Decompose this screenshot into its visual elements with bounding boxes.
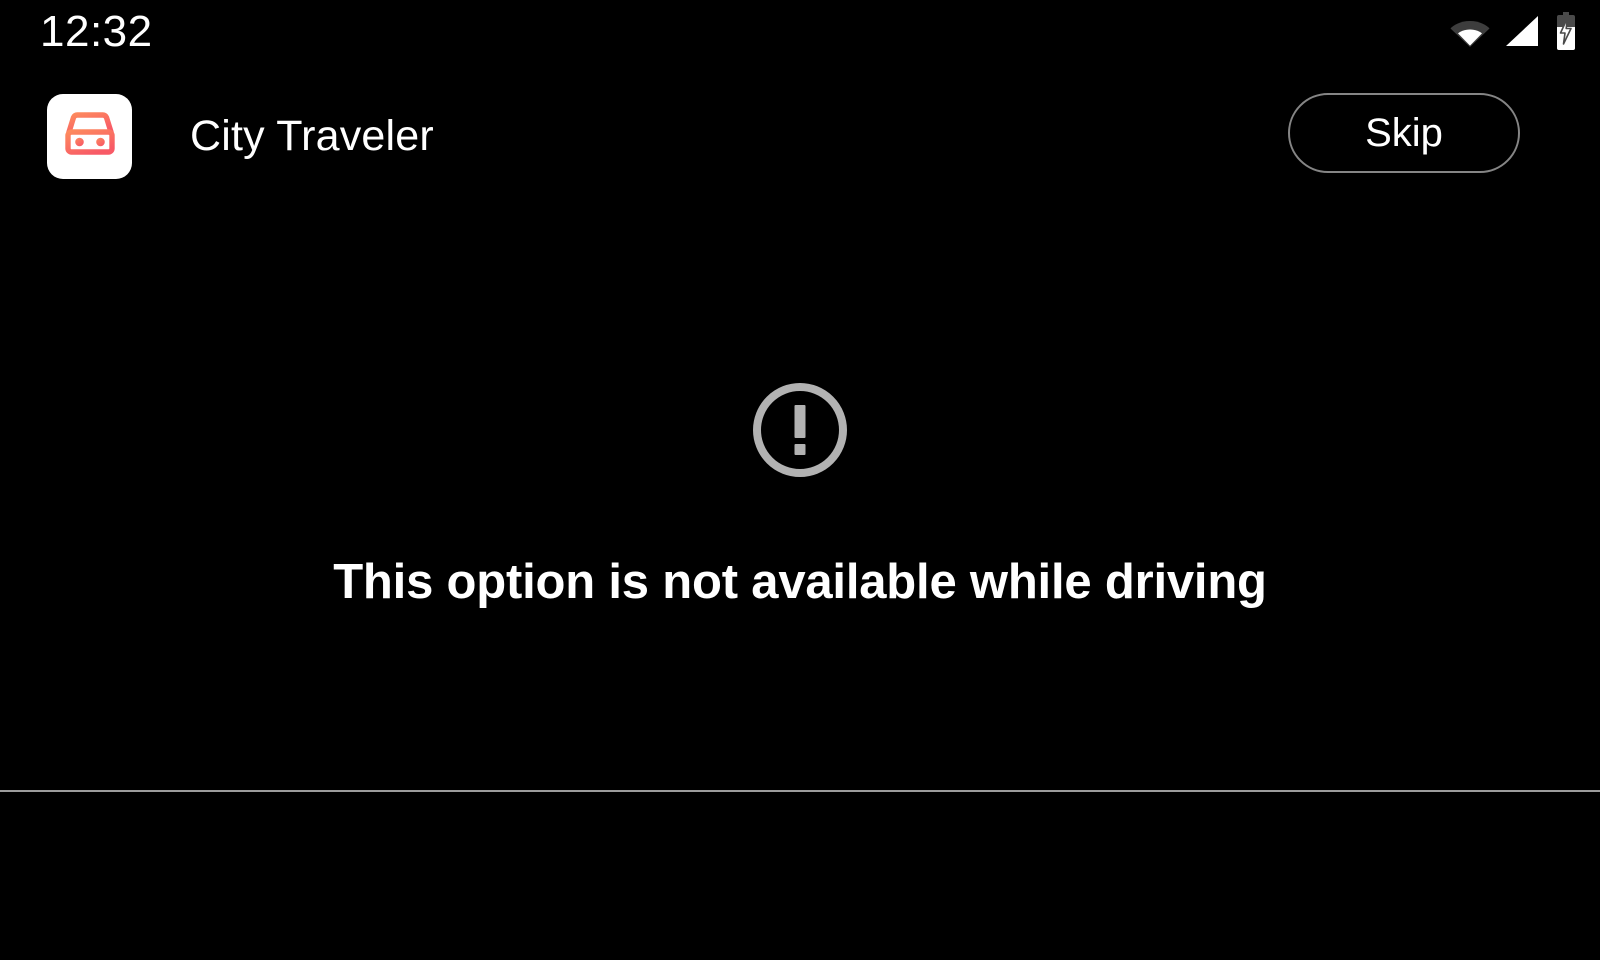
main-content: This option is not available while drivi… (0, 196, 1600, 790)
wifi-icon (1450, 15, 1490, 52)
nav-bar (0, 792, 1600, 960)
status-bar-icons (1450, 12, 1578, 55)
skip-button[interactable]: Skip (1288, 93, 1520, 173)
driving-restriction-message: This option is not available while drivi… (333, 554, 1267, 609)
status-bar: 12:32 (0, 0, 1600, 66)
app-header: City Traveler Skip (0, 66, 1600, 196)
error-circle-icon (750, 380, 850, 480)
app-title: City Traveler (190, 112, 434, 160)
battery-charging-icon (1554, 12, 1578, 55)
status-bar-clock: 12:32 (40, 7, 153, 56)
android-auto-screen: 12:32 City Traveler Skip This option is … (0, 0, 1600, 960)
cellular-signal-icon (1504, 15, 1540, 52)
car-app-icon (47, 94, 132, 179)
